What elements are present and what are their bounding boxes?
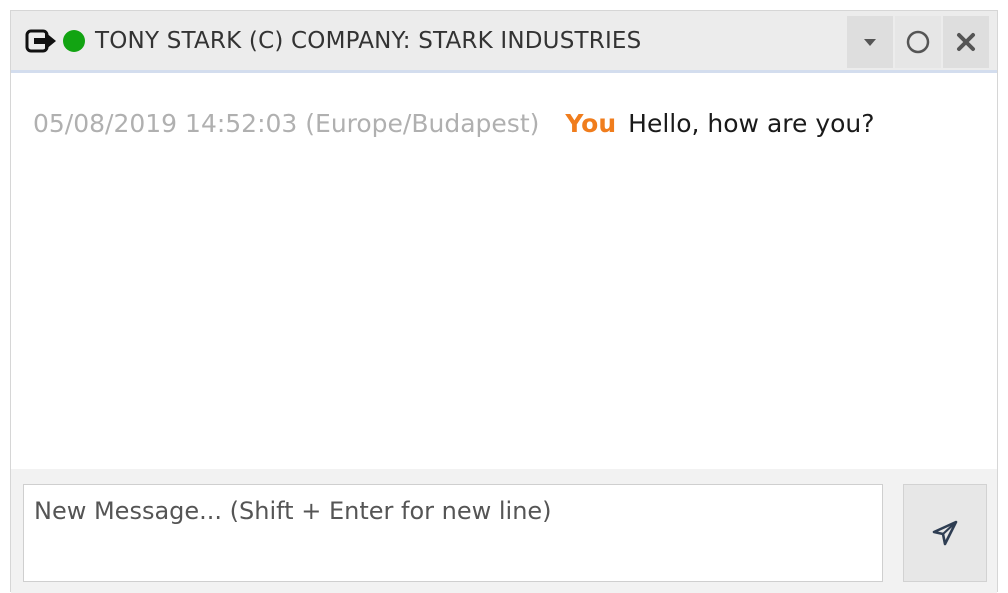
message-text: Hello, how are you? xyxy=(628,109,875,138)
minimize-button[interactable] xyxy=(847,16,893,68)
status-online-icon xyxy=(63,29,85,52)
message-composer: New Message... (Shift + Enter for new li… xyxy=(11,469,997,593)
send-button[interactable] xyxy=(903,484,987,582)
title-group: TONY STARK (C) COMPANY: STARK INDUSTRIES xyxy=(25,11,641,70)
chat-titlebar: TONY STARK (C) COMPANY: STARK INDUSTRIES xyxy=(11,11,997,73)
message-timestamp: 05/08/2019 14:52:03 (Europe/Budapest) xyxy=(33,109,540,138)
chat-window: TONY STARK (C) COMPANY: STARK INDUSTRIES… xyxy=(10,10,998,593)
message-author: You xyxy=(565,109,617,138)
chat-message: 05/08/2019 14:52:03 (Europe/Budapest) You… xyxy=(33,109,875,138)
chevron-down-icon xyxy=(864,39,876,46)
new-message-input[interactable]: New Message... (Shift + Enter for new li… xyxy=(23,484,883,582)
message-list: 05/08/2019 14:52:03 (Europe/Budapest) You… xyxy=(11,73,997,469)
leave-chat-icon[interactable] xyxy=(25,28,57,54)
restore-button[interactable] xyxy=(895,16,941,68)
close-icon xyxy=(957,33,975,51)
close-button[interactable] xyxy=(943,16,989,68)
chat-title: TONY STARK (C) COMPANY: STARK INDUSTRIES xyxy=(95,27,642,54)
circle-icon xyxy=(906,30,930,54)
paper-plane-icon xyxy=(932,520,958,546)
